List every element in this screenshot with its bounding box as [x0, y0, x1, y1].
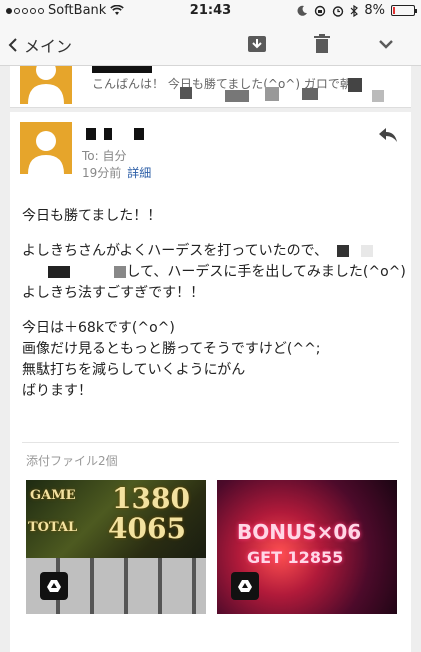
status-bar: SoftBank 21:43 8% — [0, 0, 421, 22]
image-text: GAME — [30, 488, 76, 503]
drive-badge — [40, 572, 68, 600]
sender-avatar — [20, 122, 72, 174]
redaction-block — [372, 90, 384, 102]
attachment-thumbnail[interactable]: BONUS×06 GET 12855 — [217, 480, 397, 614]
details-link[interactable]: 詳細 — [127, 166, 151, 180]
image-text: BONUS×06 — [237, 520, 362, 544]
body-line: 今日も勝てました！！ — [22, 208, 162, 224]
image-text: 4065 — [108, 512, 186, 545]
body-line: 今日は＋68kです(^o^) — [22, 320, 175, 336]
mail-body: 今日も勝てました！！ よしきちさんがよくハーデスを打っていたので、 して、ハーデ… — [22, 206, 406, 416]
status-icons: 8% — [296, 3, 417, 18]
body-line: 画像だけ見るともっと勝ってそうですけど(^^; — [22, 341, 321, 357]
body-line: 無駄打ちを減らしていくようにがん — [22, 362, 246, 378]
google-drive-icon — [238, 580, 252, 592]
sender-name-redacted — [86, 126, 144, 142]
redaction-block — [225, 90, 249, 102]
chevron-down-icon[interactable] — [374, 32, 398, 56]
rotation-lock-icon — [315, 5, 326, 16]
image-text: GET 12855 — [247, 548, 344, 567]
archive-icon[interactable] — [245, 32, 269, 56]
redaction-block — [348, 78, 362, 92]
previous-mail-card[interactable]: こんばんは！ 今日も勝てました(^o^) ガロで朝 — [10, 66, 411, 108]
avatar — [20, 66, 72, 104]
body-line: よしきち法すごすぎです！！ — [22, 285, 205, 301]
google-drive-icon — [47, 580, 61, 592]
redaction-block — [302, 88, 318, 100]
redaction-block — [114, 266, 127, 278]
battery-percent: 8% — [364, 3, 385, 18]
mail-toolbar: メイン — [0, 22, 421, 66]
divider — [22, 442, 399, 443]
reply-icon[interactable] — [377, 126, 399, 144]
image-text: TOTAL — [28, 520, 78, 535]
back-label: メイン — [24, 37, 73, 56]
alarm-icon — [333, 5, 344, 17]
image-text: 1380 — [112, 482, 190, 515]
drive-badge — [231, 572, 259, 600]
chevron-left-icon — [8, 38, 17, 52]
redaction-block — [360, 245, 373, 257]
redaction-block — [336, 245, 349, 257]
body-line: して、ハーデスに手を出してみました(^o^) — [22, 262, 406, 283]
battery-icon — [391, 5, 417, 16]
redaction-block — [265, 87, 279, 101]
trash-icon[interactable] — [310, 32, 334, 56]
attachments-label: 添付ファイル2個 — [26, 454, 118, 468]
person-icon — [28, 66, 64, 104]
back-button[interactable]: メイン — [8, 33, 72, 57]
timestamp-line: 19分前 詳細 — [82, 164, 151, 181]
mail-card: To: 自分 19分前 詳細 今日も勝てました！！ よしきちさんがよくハーデスを打… — [10, 112, 411, 652]
person-icon — [28, 131, 64, 174]
body-line: ばります！ — [22, 383, 92, 399]
time-ago: 19分前 — [82, 166, 122, 180]
redaction-block — [180, 87, 192, 99]
moon-icon — [297, 5, 308, 16]
recipient-line: To: 自分 — [82, 149, 127, 163]
attachment-thumbnail[interactable]: GAME 1380 TOTAL 4065 — [26, 480, 206, 614]
bluetooth-icon — [350, 4, 359, 17]
body-line: よしきちさんがよくハーデスを打っていたので、 — [22, 241, 402, 262]
redaction-block — [48, 266, 70, 278]
